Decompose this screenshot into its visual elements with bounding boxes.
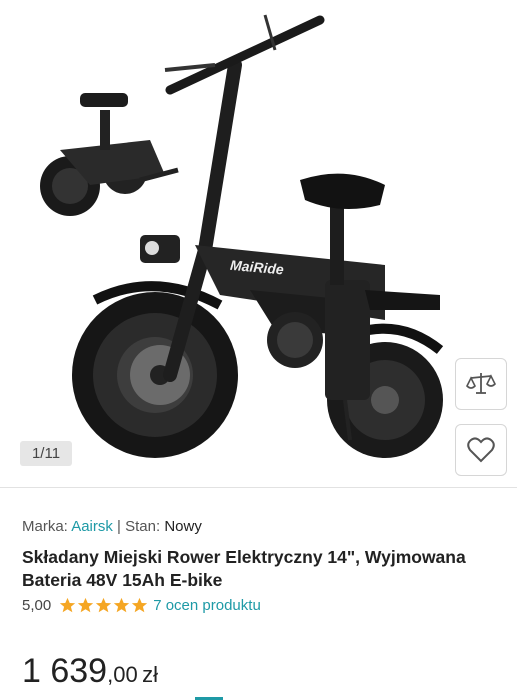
- condition-value: Nowy: [164, 518, 202, 535]
- product-image[interactable]: MaiRide: [0, 0, 517, 487]
- favorite-button[interactable]: [455, 424, 507, 476]
- star-icon: [96, 597, 112, 612]
- rating-value: 5,00: [22, 596, 52, 614]
- star-icon: [78, 597, 94, 612]
- image-counter: 1/11: [20, 441, 72, 466]
- compare-button[interactable]: [455, 358, 507, 410]
- price-fraction: ,00: [107, 662, 138, 687]
- star-icon: [114, 597, 130, 612]
- price-integer: 1 639: [22, 652, 108, 690]
- condition-label: Stan:: [125, 518, 161, 535]
- brand-link[interactable]: Aairsk: [71, 518, 113, 535]
- meta-separator: |: [117, 518, 121, 535]
- price-currency: zł: [142, 662, 159, 687]
- product-gallery[interactable]: MaiRide 1/11: [0, 0, 517, 488]
- folded-bike-thumbnail: [40, 93, 179, 216]
- product-meta: Marka: Aairsk | Stan: Nowy: [22, 516, 507, 538]
- brand-label: Marka:: [22, 518, 68, 535]
- product-title: Składany Miejski Rower Elektryczny 14", …: [22, 547, 466, 590]
- main-bike: MaiRide: [72, 14, 444, 458]
- heart-icon: [467, 437, 495, 463]
- rating-row: 5,00 7 ocen produktu: [22, 594, 261, 616]
- price: 1 639,00 zł: [22, 652, 158, 691]
- reviews-link[interactable]: 7 ocen produktu: [153, 597, 261, 614]
- star-icon: [60, 597, 76, 612]
- rating-stars: [59, 597, 148, 614]
- star-icon: [132, 597, 148, 612]
- scales-icon: [466, 373, 496, 394]
